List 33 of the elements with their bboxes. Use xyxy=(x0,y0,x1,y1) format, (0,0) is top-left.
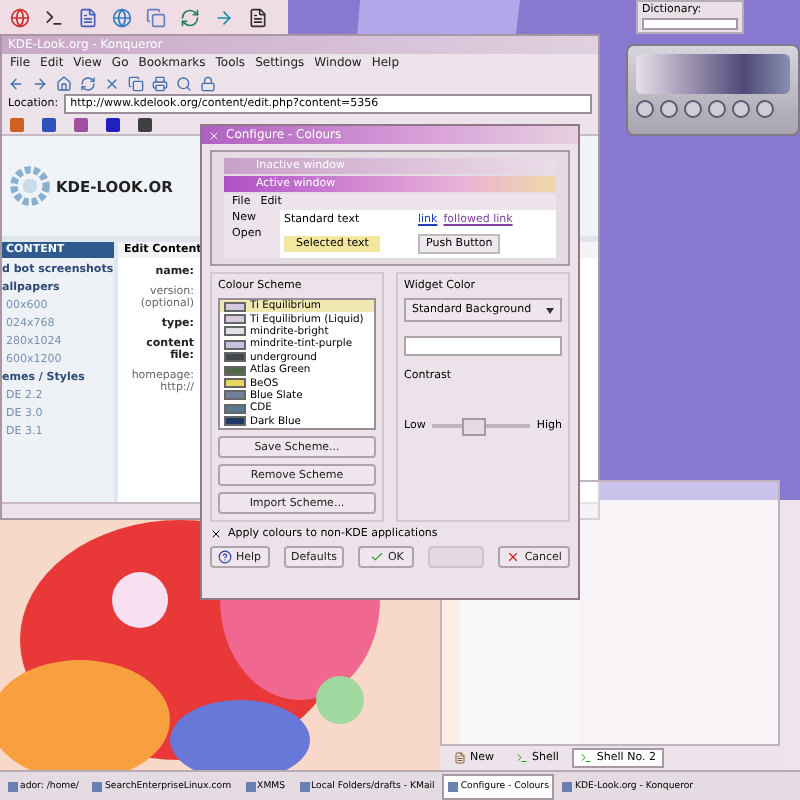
slider-thumb[interactable] xyxy=(461,418,486,436)
back-icon[interactable] xyxy=(8,75,24,91)
checkbox[interactable] xyxy=(210,528,222,540)
terminal-icon xyxy=(516,752,528,764)
document-icon xyxy=(454,752,466,764)
document-icon[interactable] xyxy=(76,6,98,28)
document-icon[interactable] xyxy=(246,6,268,28)
bookmark-icon[interactable] xyxy=(42,117,56,131)
color-field[interactable] xyxy=(404,336,562,356)
search-icon[interactable] xyxy=(176,75,192,91)
close-icon[interactable] xyxy=(208,129,220,141)
bookmark-icon[interactable] xyxy=(106,117,120,131)
gear-icon xyxy=(8,164,52,208)
reload-icon[interactable] xyxy=(80,75,96,91)
bookmark-icon[interactable] xyxy=(138,117,152,131)
reload-icon[interactable] xyxy=(178,6,200,28)
bookmark-icon[interactable] xyxy=(74,117,88,131)
globe-icon[interactable] xyxy=(8,6,30,28)
forward-icon[interactable] xyxy=(32,75,48,91)
globe-icon[interactable] xyxy=(110,6,132,28)
caret-icon xyxy=(546,307,554,313)
forward-icon[interactable] xyxy=(212,6,234,28)
help-icon xyxy=(218,550,232,564)
lock-icon[interactable] xyxy=(200,75,216,91)
print-icon[interactable] xyxy=(152,75,168,91)
copy-icon[interactable] xyxy=(128,75,144,91)
copy-icon[interactable] xyxy=(144,6,166,28)
close-icon xyxy=(506,550,521,564)
stop-icon[interactable] xyxy=(104,75,120,91)
dictionary-field[interactable] xyxy=(642,18,738,30)
check-icon xyxy=(369,550,384,564)
terminal-icon[interactable] xyxy=(42,6,64,28)
home-icon[interactable] xyxy=(56,75,72,91)
